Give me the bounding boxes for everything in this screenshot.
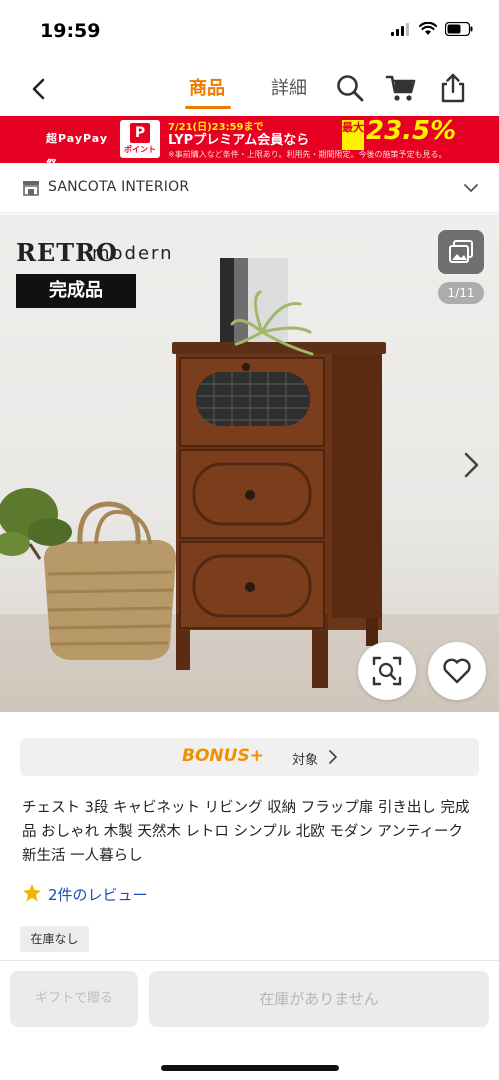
share-icon[interactable] — [437, 72, 469, 104]
cabinet-illustration — [172, 342, 386, 688]
chevron-right-icon — [329, 750, 337, 764]
battery-icon — [445, 22, 473, 36]
status-bar: 19:59 — [0, 0, 499, 62]
star-icon — [23, 884, 41, 902]
status-icons — [391, 22, 473, 36]
product-image[interactable]: RETRO modern 完成品 1/11 — [0, 214, 499, 712]
gallery-icon — [449, 240, 473, 263]
paypay-p-icon: P — [130, 123, 150, 143]
product-photo-illustration — [0, 258, 386, 688]
store-icon — [23, 181, 39, 196]
banner-note: ※事前購入など条件・上限あり。利用先・期間限定。今後の施策予定も見る。 — [168, 150, 447, 159]
store-row[interactable]: SANCOTA INTERIOR — [0, 163, 499, 213]
review-link[interactable]: 2件のレビュー — [48, 884, 148, 905]
favorite-button[interactable] — [428, 642, 486, 700]
gallery-button[interactable] — [438, 230, 484, 274]
back-icon[interactable] — [24, 74, 54, 104]
product-title: チェスト 3段 キャビネット リビング 収納 フラップ扉 引き出し 完成品 おし… — [22, 800, 470, 864]
bottom-action-bar: ギフトで贈る 在庫がありません — [0, 960, 499, 1080]
image-counter: 1/11 — [438, 282, 484, 304]
scan-search-icon — [372, 656, 402, 686]
heart-icon — [443, 658, 471, 684]
stock-status-tag: 在庫なし — [20, 926, 89, 952]
signal-icon — [391, 22, 409, 36]
visual-search-button[interactable] — [358, 642, 416, 700]
banner-logo: 超PayPay祭 — [46, 132, 109, 163]
banner-member-text: LYPプレミアム会員なら — [168, 133, 310, 148]
search-icon[interactable] — [334, 72, 366, 104]
gift-button[interactable]: ギフトで贈る — [10, 971, 138, 1027]
chevron-down-icon[interactable] — [463, 180, 479, 196]
banner-rate: 23.5% — [366, 116, 457, 146]
cart-icon[interactable] — [385, 72, 417, 104]
bonus-target: 対象 — [292, 753, 319, 768]
bonus-strip[interactable]: BONUS+ 対象 — [20, 738, 479, 776]
store-name: SANCOTA INTERIOR — [48, 179, 190, 195]
wifi-icon — [419, 22, 437, 35]
tab-product[interactable]: 商品 — [189, 74, 225, 100]
out-of-stock-button[interactable]: 在庫がありません — [149, 971, 489, 1027]
paypay-point-badge: P ポイント — [120, 120, 160, 158]
nav-header: 商品 詳細 — [0, 62, 499, 116]
banner-max-label: 最大 — [342, 120, 364, 150]
tab-details[interactable]: 詳細 — [271, 74, 307, 100]
next-image-icon[interactable] — [460, 450, 484, 480]
status-time: 19:59 — [40, 20, 101, 42]
home-indicator — [161, 1065, 339, 1071]
banner-point-label: ポイント — [124, 145, 156, 154]
bonus-label: BONUS+ — [182, 746, 264, 766]
tab-active-underline — [185, 106, 231, 109]
promo-banner[interactable]: 超PayPay祭 P ポイント 7/21(日)23:59まで LYPプレミアム会… — [0, 116, 499, 163]
